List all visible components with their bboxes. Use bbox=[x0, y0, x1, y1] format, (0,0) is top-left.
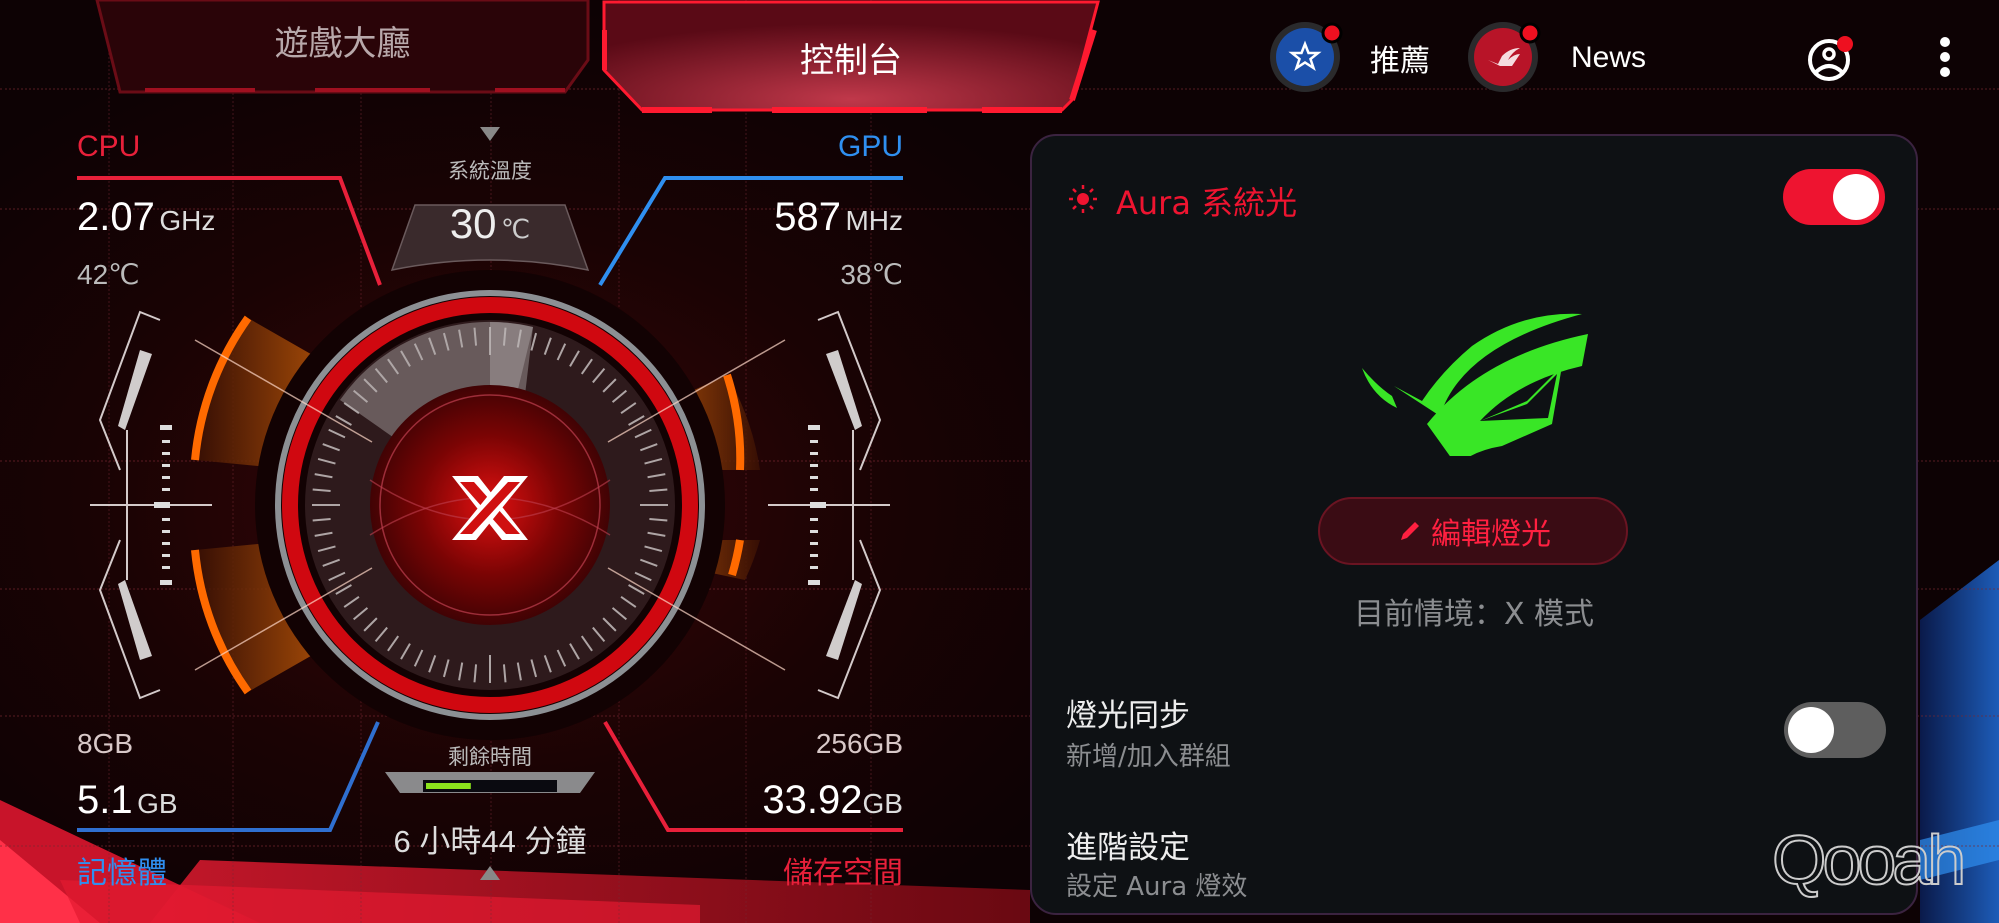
up-arrow-icon bbox=[480, 866, 500, 880]
memory-used: 5.1 GB bbox=[77, 778, 178, 823]
gpu-frequency-value: 587 bbox=[774, 195, 841, 239]
edit-lighting-label: 編輯燈光 bbox=[1431, 517, 1551, 552]
advanced-settings-subtitle: 設定 Aura 燈效 bbox=[1066, 872, 1248, 902]
current-mode: 目前情境：X 模式 bbox=[1353, 597, 1595, 632]
watermark: Qooah bbox=[1771, 820, 1967, 900]
gpu-frequency-unit: MHz bbox=[845, 205, 903, 236]
memory-total: 8GB bbox=[77, 728, 134, 759]
watermark-text: Qooah bbox=[1771, 820, 1967, 900]
rog-logo-icon bbox=[1362, 313, 1588, 456]
sun-icon bbox=[1069, 185, 1097, 213]
storage-total: 256GB bbox=[815, 728, 903, 759]
cpu-frequency-value: 2.07 bbox=[77, 195, 155, 239]
aura-title: Aura 系統光 bbox=[1116, 184, 1298, 222]
tab-label: 控制台 bbox=[800, 41, 902, 81]
storage-label: 儲存空間 bbox=[783, 857, 903, 890]
remaining-time-value: 6 小時44 分鐘 bbox=[393, 824, 587, 859]
down-arrow-icon bbox=[480, 127, 500, 141]
aura-toggle[interactable] bbox=[1783, 169, 1885, 225]
news-button[interactable]: News bbox=[1468, 20, 1646, 95]
storage-used: 33.92GB bbox=[762, 778, 903, 823]
sync-subtitle: 新增/加入群組 bbox=[1066, 742, 1231, 772]
toggle-knob bbox=[1833, 174, 1879, 220]
storage-used-unit: GB bbox=[862, 788, 903, 819]
profile-icon[interactable] bbox=[1805, 32, 1861, 88]
storage-used-value: 33.92 bbox=[762, 778, 863, 822]
notification-badge bbox=[1837, 36, 1853, 52]
sync-title: 燈光同步 bbox=[1066, 698, 1190, 734]
recommend-label: 推薦 bbox=[1370, 44, 1430, 78]
gpu-label: GPU bbox=[837, 130, 903, 163]
gpu-scale bbox=[808, 425, 826, 585]
cpu-frequency-unit: GHz bbox=[159, 205, 216, 236]
cpu-frequency: 2.07 GHz bbox=[77, 195, 215, 240]
system-temp-value: 30 ℃ bbox=[390, 200, 590, 248]
sync-toggle[interactable] bbox=[1784, 702, 1886, 758]
tab-label: 遊戲大廳 bbox=[274, 24, 411, 64]
gpu-bracket bbox=[768, 310, 890, 700]
news-label: News bbox=[1571, 40, 1647, 74]
memory-used-value: 5.1 bbox=[77, 778, 133, 822]
star-icon bbox=[1270, 22, 1343, 92]
memory-used-unit: GB bbox=[137, 788, 178, 819]
cpu-label: CPU bbox=[77, 130, 141, 163]
tab-console[interactable]: 控制台 bbox=[602, 0, 1100, 115]
remaining-time-label: 剩餘時間 bbox=[448, 746, 532, 769]
more-vertical-icon[interactable] bbox=[1935, 36, 1955, 82]
edit-lighting-button[interactable]: 編輯燈光 bbox=[1318, 497, 1628, 565]
tab-game-lobby[interactable]: 遊戲大廳 bbox=[95, 0, 590, 95]
aura-panel: Aura 系統光 編輯燈光 目前情境：X 模式 燈光同步 新增/加入群組 進階設… bbox=[1030, 134, 1918, 915]
system-temp-number: 30 bbox=[449, 200, 497, 247]
cpu-scale bbox=[154, 425, 172, 585]
gpu-temperature: 38℃ bbox=[840, 259, 903, 290]
system-temp-label: 系統溫度 bbox=[448, 160, 532, 183]
rog-logo-icon bbox=[1468, 22, 1541, 92]
gpu-frequency: 587 MHz bbox=[774, 195, 903, 240]
system-temp-unit: ℃ bbox=[500, 214, 531, 244]
notification-badge bbox=[1321, 22, 1343, 44]
recommend-button[interactable]: 推薦 bbox=[1270, 20, 1430, 95]
notification-badge bbox=[1519, 22, 1541, 44]
pencil-icon bbox=[1401, 522, 1419, 540]
cpu-bracket bbox=[90, 310, 212, 700]
memory-label: 記憶體 bbox=[77, 857, 167, 890]
cpu-temperature: 42℃ bbox=[77, 259, 140, 290]
advanced-settings-title[interactable]: 進階設定 bbox=[1066, 822, 1190, 867]
battery-fill bbox=[426, 783, 471, 789]
toggle-knob bbox=[1788, 707, 1834, 753]
